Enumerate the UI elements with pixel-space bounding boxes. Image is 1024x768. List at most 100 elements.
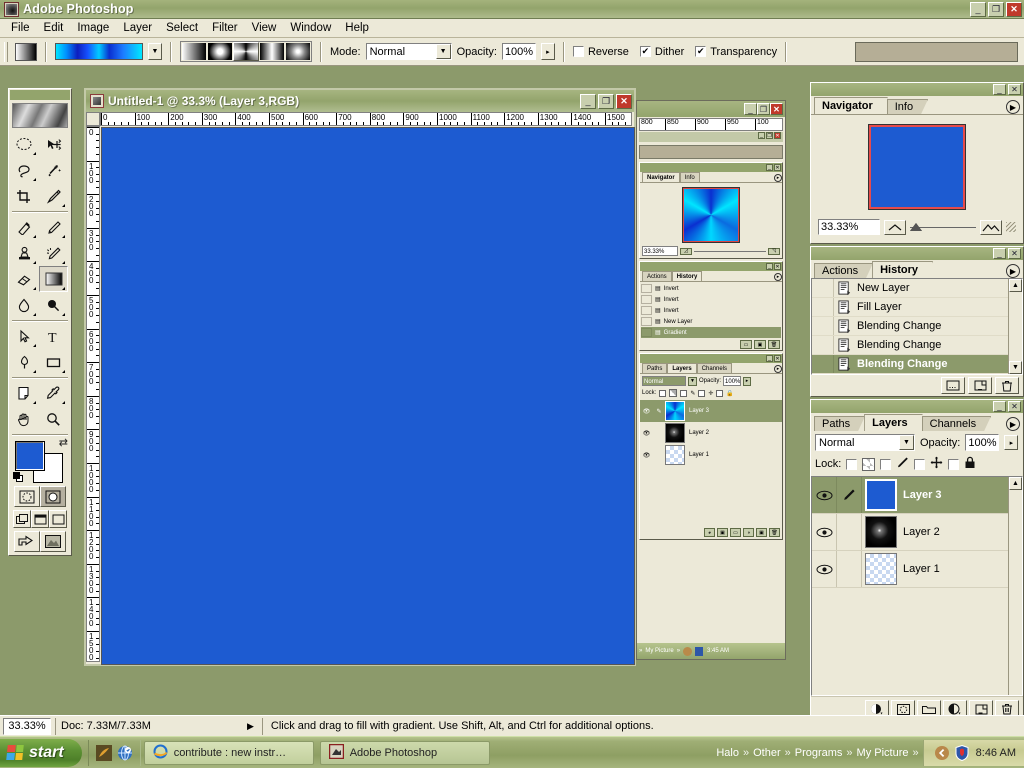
history-brush-tool[interactable] bbox=[39, 240, 68, 266]
bg-eye-icon[interactable]: 👁 bbox=[640, 452, 653, 459]
palette-menu-icon[interactable]: ▶ bbox=[1006, 264, 1020, 278]
layers-close-button[interactable]: ✕ bbox=[1008, 401, 1021, 412]
create-document-from-state-icon[interactable] bbox=[941, 377, 965, 394]
transparency-checkbox[interactable]: ✔ Transparency bbox=[695, 46, 777, 58]
move-tool[interactable] bbox=[39, 131, 68, 157]
menu-layer[interactable]: Layer bbox=[116, 20, 159, 36]
bg-zoom-out-icon[interactable]: ◿ bbox=[680, 247, 692, 255]
taskbar-link-programs[interactable]: Programs bbox=[795, 747, 843, 759]
reverse-checkbox[interactable]: Reverse bbox=[572, 46, 629, 58]
bg-doc-close-button[interactable]: ✕ bbox=[774, 132, 781, 139]
bg-create-document-icon[interactable]: ▭ bbox=[740, 340, 752, 349]
gradient-tool[interactable] bbox=[39, 266, 68, 292]
healing-brush-tool[interactable] bbox=[10, 214, 39, 240]
menu-image[interactable]: Image bbox=[70, 20, 116, 36]
bg-lock-image-checkbox[interactable] bbox=[680, 389, 688, 397]
bg-navigator-close-button[interactable]: ✕ bbox=[774, 164, 781, 171]
document-minimize-button[interactable]: _ bbox=[580, 93, 596, 109]
background-window-restore-button[interactable]: ❐ bbox=[757, 103, 770, 115]
taskbar-clock[interactable]: 8:46 AM bbox=[976, 747, 1016, 759]
lock-all-checkbox[interactable] bbox=[948, 458, 960, 470]
history-source-slot[interactable] bbox=[812, 279, 834, 297]
history-source-slot[interactable] bbox=[812, 298, 834, 316]
linear-gradient-button[interactable] bbox=[181, 42, 207, 61]
layers-opacity-arrow-icon[interactable]: ▸ bbox=[1004, 435, 1019, 450]
background-window-close-button[interactable]: ✕ bbox=[770, 103, 783, 115]
bg-layer-style-icon[interactable]: ◕ bbox=[704, 528, 715, 537]
bg-show-hidden-icons-icon[interactable] bbox=[683, 646, 693, 656]
swap-colors-icon[interactable]: ⇄ bbox=[59, 436, 68, 449]
tab-history[interactable]: History bbox=[872, 261, 933, 278]
jump-to-imageready-button[interactable] bbox=[14, 531, 40, 552]
full-screen-with-menubar-button[interactable] bbox=[31, 510, 49, 528]
layers-minimize-button[interactable]: _ bbox=[993, 401, 1006, 412]
bg-eye-icon[interactable]: 👁 bbox=[640, 430, 653, 437]
gradient-preview[interactable] bbox=[55, 43, 143, 60]
dodge-tool[interactable] bbox=[39, 292, 68, 318]
bg-layer-row[interactable]: 👁 Layer 1 bbox=[640, 444, 782, 466]
zoom-out-icon[interactable] bbox=[884, 219, 906, 235]
history-item-selected[interactable]: Blending Change bbox=[812, 355, 1022, 374]
layer-row[interactable]: Layer 1 bbox=[812, 551, 1022, 588]
bg-history-item-selected[interactable]: ▤ Gradient bbox=[641, 327, 781, 338]
hand-tool[interactable] bbox=[10, 406, 39, 432]
bg-doc-minimize-button[interactable]: _ bbox=[758, 132, 765, 139]
history-scroll-down-icon[interactable]: ▼ bbox=[1009, 361, 1022, 374]
layer-name[interactable]: Layer 2 bbox=[903, 526, 940, 538]
layer-blend-mode-select[interactable]: Normal ▼ bbox=[815, 434, 915, 451]
bg-delete-state-icon[interactable]: 🗑 bbox=[768, 340, 780, 349]
bg-eye-icon[interactable]: 👁 bbox=[640, 408, 653, 415]
slice-tool[interactable] bbox=[39, 183, 68, 209]
zoom-slider-thumb[interactable] bbox=[910, 223, 922, 231]
menu-view[interactable]: View bbox=[245, 20, 284, 36]
horizontal-ruler[interactable]: 0 100 200 300 400 500 600 700 800 900 1000 1100 1200… bbox=[100, 112, 632, 126]
background-navigator-palette[interactable]: _ ✕ Navigator Info ▸ 33.33% ◿ ◹ bbox=[639, 162, 783, 259]
lasso-tool[interactable] bbox=[10, 157, 39, 183]
bg-layers-close-button[interactable]: ✕ bbox=[774, 355, 781, 362]
layer-name[interactable]: Layer 1 bbox=[903, 563, 940, 575]
palette-menu-icon[interactable]: ▶ bbox=[1006, 417, 1020, 431]
magic-wand-tool[interactable] bbox=[39, 157, 68, 183]
layer-link-toggle[interactable] bbox=[837, 551, 862, 587]
bg-tab-actions[interactable]: Actions bbox=[642, 271, 672, 281]
history-palette-header[interactable]: _ ✕ bbox=[811, 247, 1023, 260]
bg-navigator-menu-icon[interactable]: ▸ bbox=[774, 174, 782, 182]
bg-blend-mode-chevron-icon[interactable]: ▼ bbox=[688, 376, 697, 386]
bg-new-layer-icon[interactable]: ▣ bbox=[756, 528, 767, 537]
bg-opacity-arrow-icon[interactable]: ▸ bbox=[743, 376, 752, 386]
eyedropper-tool[interactable] bbox=[39, 380, 68, 406]
menu-select[interactable]: Select bbox=[159, 20, 205, 36]
bg-navigator-thumbnail[interactable] bbox=[682, 187, 740, 243]
standard-screen-mode-button[interactable] bbox=[13, 510, 31, 528]
bg-opacity-value[interactable]: 100% bbox=[723, 376, 742, 386]
zoom-in-icon[interactable] bbox=[980, 219, 1002, 235]
opacity-input[interactable]: 100% bbox=[501, 43, 536, 60]
standard-mode-button[interactable] bbox=[14, 486, 40, 507]
quick-mask-mode-button[interactable] bbox=[40, 486, 66, 507]
history-scrollbar[interactable]: ▲ ▼ bbox=[1008, 279, 1022, 374]
layers-opacity-input[interactable]: 100% bbox=[965, 434, 1000, 451]
blend-mode-select[interactable]: Normal ▼ bbox=[365, 43, 452, 60]
taskbar-link-my-picture[interactable]: My Picture bbox=[857, 747, 909, 759]
bg-lock-position-checkbox[interactable] bbox=[698, 389, 706, 397]
app-minimize-button[interactable]: _ bbox=[970, 1, 986, 17]
navigator-close-button[interactable]: ✕ bbox=[1008, 84, 1021, 95]
menu-file[interactable]: File bbox=[4, 20, 37, 36]
bg-layer-row-selected[interactable]: 👁 ✎ Layer 3 bbox=[640, 400, 782, 422]
layer-link-toggle[interactable] bbox=[837, 477, 862, 513]
tab-navigator[interactable]: Navigator bbox=[814, 97, 888, 114]
history-close-button[interactable]: ✕ bbox=[1008, 248, 1021, 259]
bg-antivirus-shield-icon[interactable] bbox=[695, 646, 704, 656]
bg-zoom-in-icon[interactable]: ◹ bbox=[768, 247, 780, 255]
blur-tool[interactable] bbox=[10, 292, 39, 318]
toolbox-drag-handle[interactable] bbox=[10, 90, 70, 100]
create-new-snapshot-icon[interactable] bbox=[968, 377, 992, 394]
taskbar-task-contribute[interactable]: contribute : new instr… bbox=[143, 740, 314, 765]
image-canvas[interactable] bbox=[101, 127, 635, 665]
lock-position-checkbox[interactable] bbox=[914, 458, 926, 470]
status-zoom-field[interactable]: 33.33% bbox=[3, 717, 51, 735]
bg-layers-minimize-button[interactable]: _ bbox=[766, 355, 773, 362]
toolbox-banner-icon[interactable] bbox=[12, 103, 68, 128]
dither-checkbox-box[interactable]: ✔ bbox=[639, 46, 651, 57]
layer-link-toggle[interactable] bbox=[837, 514, 862, 550]
